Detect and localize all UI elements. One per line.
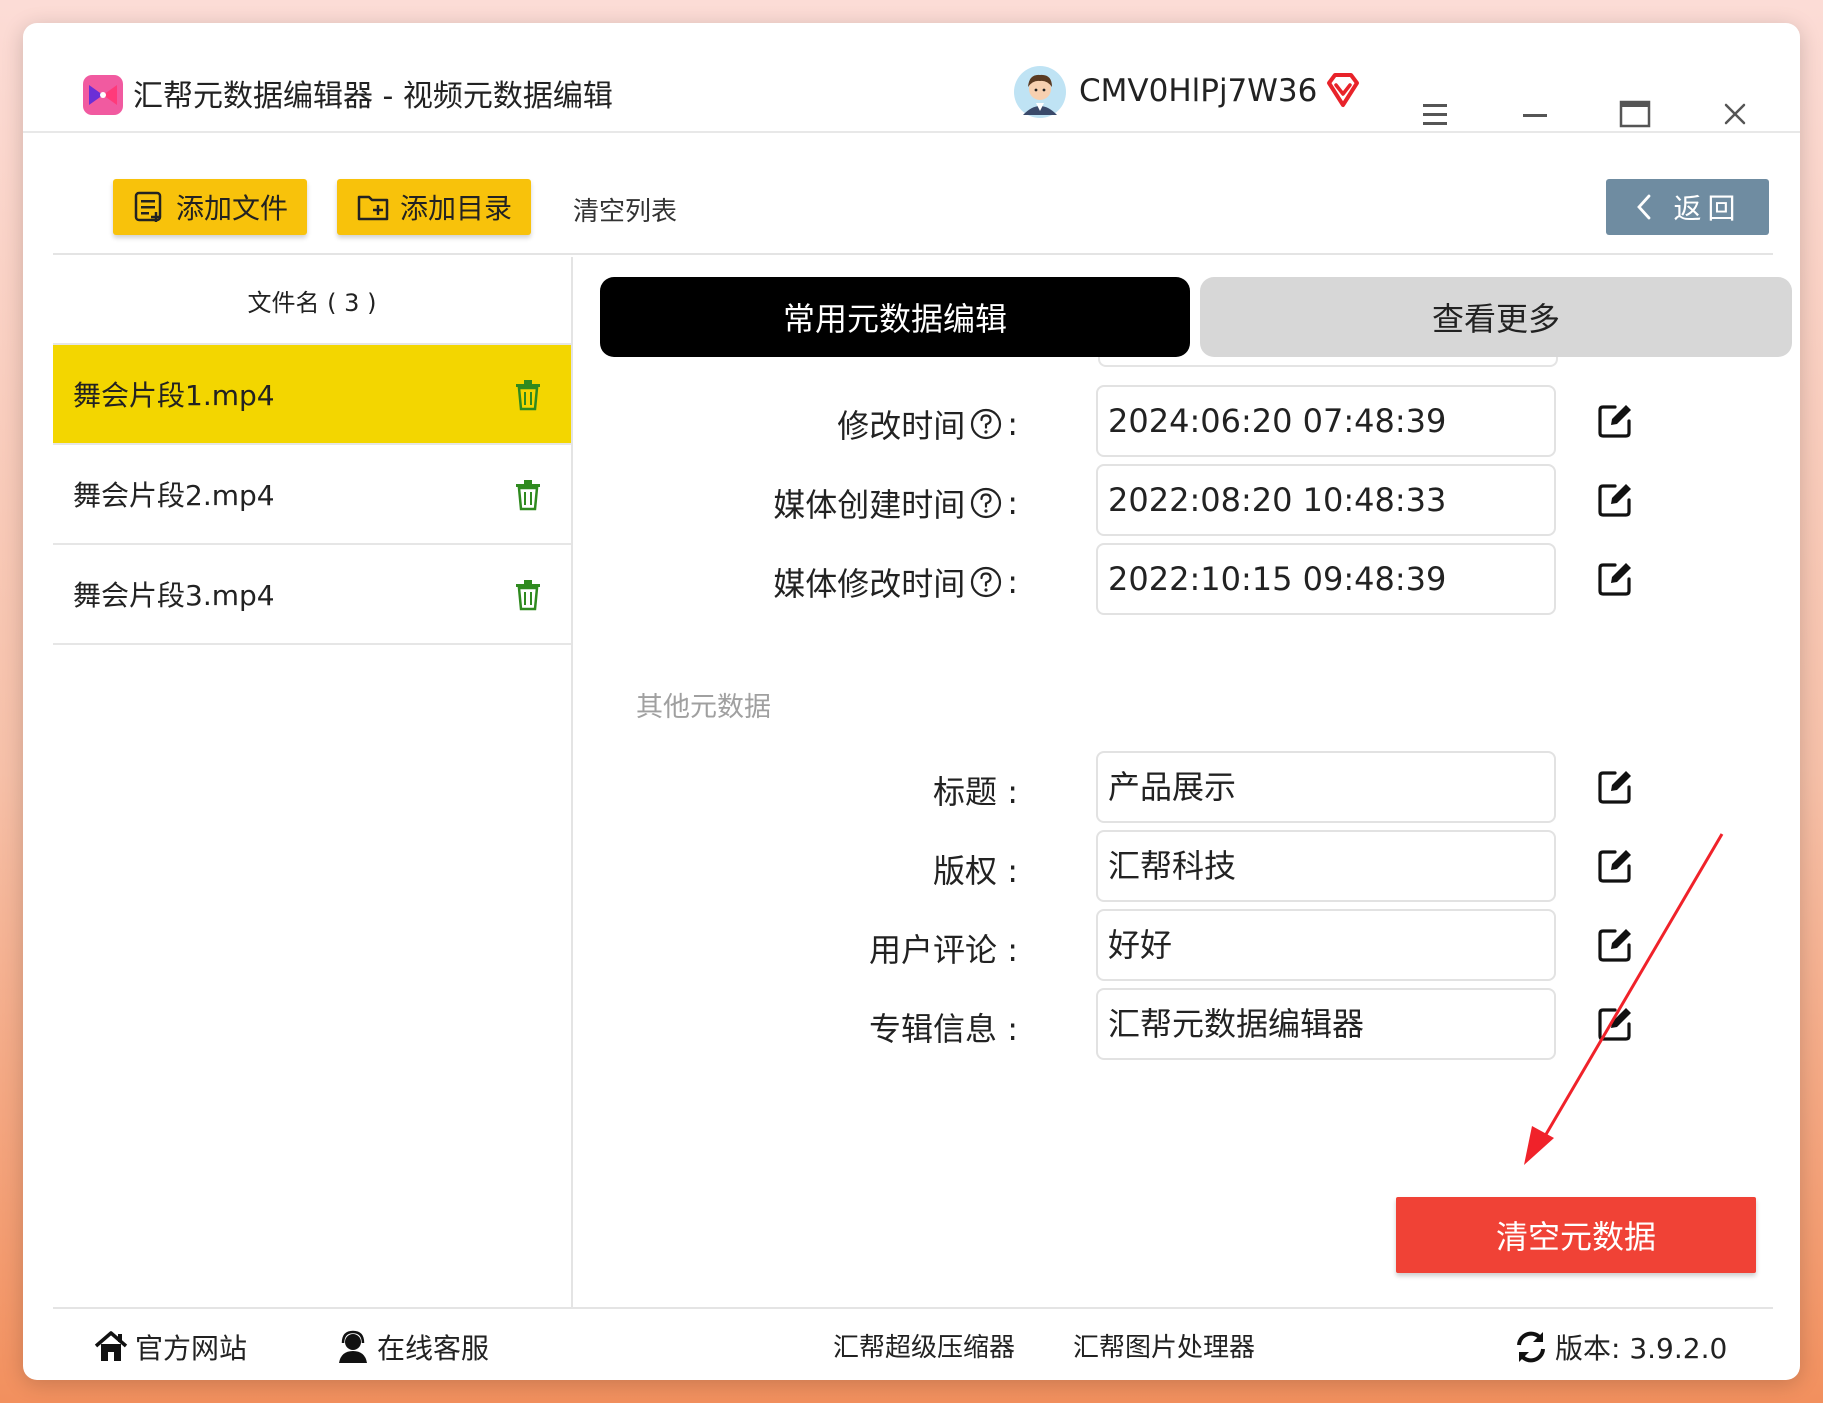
close-icon[interactable] [1715, 95, 1755, 135]
refresh-icon [1517, 1331, 1545, 1363]
edit-icon[interactable] [1595, 767, 1635, 807]
title-input[interactable]: 产品展示 [1096, 751, 1556, 823]
tab-view-more[interactable]: 查看更多 [1200, 277, 1792, 357]
field-row-modified-time: 修改时间 : 2024:06:20 07:48:39 [578, 385, 1773, 457]
help-icon[interactable] [969, 407, 1003, 441]
add-directory-button[interactable]: 添加目录 [337, 179, 531, 235]
field-row-copyright: 版权 : 汇帮科技 [578, 830, 1773, 902]
file-name: 舞会片段2.mp4 [73, 479, 275, 512]
file-list-item[interactable]: 舞会片段1.mp4 [53, 345, 571, 445]
user-avatar-icon[interactable] [1013, 65, 1067, 119]
minimize-icon[interactable] [1515, 95, 1555, 135]
field-label: 修改时间 : [837, 405, 1018, 445]
edit-icon[interactable] [1595, 1004, 1635, 1044]
help-icon[interactable] [969, 565, 1003, 599]
clear-metadata-button[interactable]: 清空元数据 [1396, 1197, 1756, 1273]
media-modified-input[interactable]: 2022:10:15 09:48:39 [1096, 543, 1556, 615]
section-title-other-metadata: 其他元数据 [636, 692, 771, 723]
username: CMV0HlPj7W36 [1079, 73, 1318, 109]
compressor-link[interactable]: 汇帮超级压缩器 [833, 1327, 1015, 1364]
copyright-input[interactable]: 汇帮科技 [1096, 830, 1556, 902]
trash-icon[interactable] [513, 479, 543, 511]
field-label: 用户评论 : [869, 931, 1018, 969]
headset-user-icon [339, 1330, 367, 1363]
edit-icon[interactable] [1595, 925, 1635, 965]
comment-input[interactable]: 好好 [1096, 909, 1556, 981]
field-label: 版权 : [933, 852, 1018, 890]
version-info[interactable]: 版本: 3.9.2.0 [1513, 1327, 1727, 1367]
back-button[interactable]: 返回 [1606, 179, 1769, 235]
field-row-media-modified: 媒体修改时间 : 2022:10:15 09:48:39 [578, 543, 1773, 615]
chevron-left-icon [1637, 194, 1651, 220]
trash-icon[interactable] [513, 579, 543, 611]
footer-bar: 官方网站 在线客服 汇帮超级压缩器 汇帮图片处理器 版本: 3.9.2.0 [53, 1307, 1773, 1380]
edit-icon[interactable] [1595, 559, 1635, 599]
vip-diamond-icon[interactable] [1323, 71, 1363, 111]
edit-icon[interactable] [1595, 480, 1635, 520]
file-list-panel: 文件名 ( 3 ) 舞会片段1.mp4 舞会片段2.mp4 舞会片段3.mp4 [53, 257, 573, 1307]
metadata-panel: 常用元数据编辑 查看更多 修改时间 : 2024:06:20 07:48:39 [578, 257, 1792, 1307]
app-title: 汇帮元数据编辑器 - 视频元数据编辑 [133, 79, 613, 114]
file-list-item[interactable]: 舞会片段2.mp4 [53, 445, 571, 545]
help-icon[interactable] [969, 486, 1003, 520]
app-window: 汇帮元数据编辑器 - 视频元数据编辑 CMV0HlPj7W36 添加文件 添加目… [23, 23, 1800, 1380]
field-label: 媒体创建时间 : [773, 484, 1018, 524]
home-icon [94, 1331, 128, 1361]
official-site-link[interactable]: 官方网站 [93, 1327, 247, 1367]
add-file-label: 添加文件 [175, 192, 288, 225]
version-label: 版本: 3.9.2.0 [1555, 1332, 1728, 1365]
maximize-icon[interactable] [1615, 95, 1655, 135]
app-logo-icon [83, 75, 123, 115]
online-service-label: 在线客服 [377, 1332, 490, 1365]
add-file-button[interactable]: 添加文件 [113, 179, 307, 235]
online-service-link[interactable]: 在线客服 [335, 1327, 489, 1367]
back-label: 返回 [1673, 192, 1742, 225]
add-directory-label: 添加目录 [399, 192, 512, 225]
media-created-input[interactable]: 2022:08:20 10:48:33 [1096, 464, 1556, 536]
modified-time-input[interactable]: 2024:06:20 07:48:39 [1096, 385, 1556, 457]
clear-list-button[interactable]: 清空列表 [573, 191, 677, 228]
field-row-media-created: 媒体创建时间 : 2022:08:20 10:48:33 [578, 464, 1773, 536]
field-row-title: 标题 : 产品展示 [578, 751, 1773, 823]
add-folder-icon [357, 195, 389, 221]
edit-icon[interactable] [1595, 846, 1635, 886]
image-tool-link[interactable]: 汇帮图片处理器 [1073, 1327, 1255, 1364]
file-list-item[interactable]: 舞会片段3.mp4 [53, 545, 571, 645]
title-bar: 汇帮元数据编辑器 - 视频元数据编辑 CMV0HlPj7W36 [23, 23, 1800, 133]
file-list-header: 文件名 ( 3 ) [53, 257, 571, 345]
toolbar: 添加文件 添加目录 清空列表 返回 [53, 135, 1773, 255]
scrolled-field-edge [1098, 357, 1558, 367]
official-site-label: 官方网站 [135, 1332, 248, 1365]
tab-common-metadata[interactable]: 常用元数据编辑 [600, 277, 1190, 357]
field-row-comment: 用户评论 : 好好 [578, 909, 1773, 981]
file-name: 舞会片段1.mp4 [73, 379, 275, 412]
field-label: 标题 : [933, 773, 1018, 811]
field-label: 专辑信息 : [869, 1010, 1018, 1048]
field-label: 媒体修改时间 : [773, 563, 1018, 603]
add-file-icon [134, 191, 162, 222]
menu-icon[interactable] [1415, 95, 1455, 135]
trash-icon[interactable] [513, 379, 543, 411]
file-name: 舞会片段3.mp4 [73, 579, 275, 612]
album-input[interactable]: 汇帮元数据编辑器 [1096, 988, 1556, 1060]
field-row-album: 专辑信息 : 汇帮元数据编辑器 [578, 988, 1773, 1060]
edit-icon[interactable] [1595, 401, 1635, 441]
